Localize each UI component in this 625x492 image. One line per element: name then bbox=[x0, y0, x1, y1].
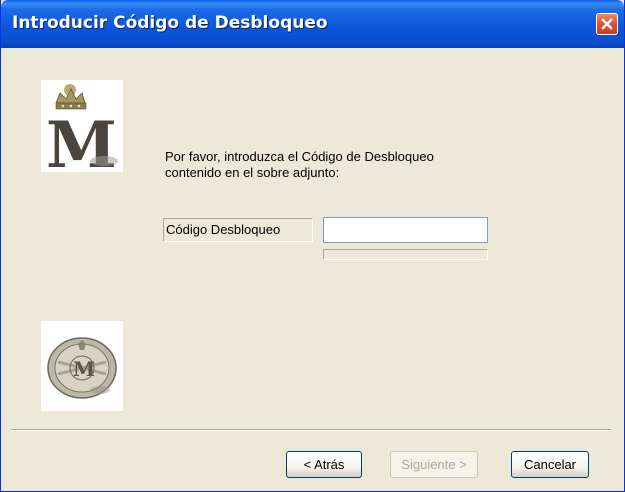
code-progress-bar bbox=[323, 249, 488, 260]
coin-icon: M bbox=[47, 337, 117, 399]
instruction-line-2: contenido en el sobre adjunto: bbox=[165, 165, 340, 180]
unlock-code-input[interactable] bbox=[323, 217, 488, 243]
instruction-line-1: Por favor, introduzca el Código de Desbl… bbox=[165, 149, 434, 164]
next-button[interactable]: Siguiente > bbox=[390, 451, 478, 478]
crowned-m-logo: M bbox=[41, 80, 123, 183]
instruction-text: Por favor, introduzca el Código de Desbl… bbox=[165, 149, 585, 181]
coin-letter-m: M bbox=[73, 357, 95, 381]
back-button[interactable]: < Atrás bbox=[286, 451, 362, 478]
code-field-label: Código Desbloqueo bbox=[163, 218, 313, 242]
window-title: Introducir Código de Desbloqueo bbox=[12, 13, 328, 33]
close-icon bbox=[601, 18, 613, 30]
dialog-window: Introducir Código de Desbloqueo M Por fa… bbox=[0, 0, 625, 492]
dialog-content: M Por favor, introduzca el Código de Des… bbox=[1, 48, 624, 491]
coin-seal-logo: M bbox=[41, 321, 123, 411]
cancel-button[interactable]: Cancelar bbox=[511, 451, 589, 478]
close-button[interactable] bbox=[596, 13, 618, 35]
footer-separator bbox=[11, 429, 611, 431]
title-bar[interactable]: Introducir Código de Desbloqueo bbox=[1, 0, 624, 48]
